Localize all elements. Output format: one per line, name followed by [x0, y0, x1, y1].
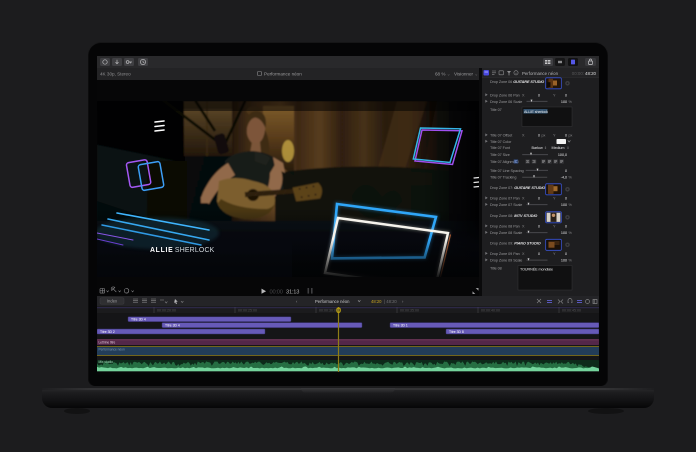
svg-text:Drop Zone 08 Scale: Drop Zone 08 Scale: [490, 231, 522, 235]
svg-text:0: 0: [565, 134, 567, 138]
svg-text:Performance néon: Performance néon: [99, 347, 125, 351]
svg-text:Drop Zone 06 Pan: Drop Zone 06 Pan: [490, 93, 520, 97]
svg-text:48:20: 48:20: [585, 71, 597, 76]
svg-text:0: 0: [565, 93, 567, 97]
svg-text:Drop Zone 08 Pan: Drop Zone 08 Pan: [490, 225, 520, 229]
svg-text:px: px: [542, 134, 546, 138]
svg-text:Titre 3D 8: Titre 3D 8: [449, 330, 464, 334]
svg-text:Titre 3D 2: Titre 3D 2: [100, 330, 115, 334]
svg-text:Medium: Medium: [552, 146, 565, 150]
svg-text:0: 0: [538, 225, 540, 229]
svg-text:48:20: 48:20: [371, 299, 382, 304]
svg-text:Drop Zone 08: INTV STUDIO: Drop Zone 08: INTV STUDIO: [490, 214, 537, 218]
svg-text:px: px: [569, 134, 573, 138]
svg-text:00:00:40:00: 00:00:40:00: [481, 309, 500, 313]
svg-text:Title 07 Line Spacing: Title 07 Line Spacing: [490, 169, 524, 173]
svg-text:Drop Zone 06 Scale: Drop Zone 06 Scale: [490, 100, 522, 104]
svg-text:⇕: ⇕: [567, 146, 570, 150]
svg-text:00:00:25:00: 00:00:25:00: [238, 309, 257, 313]
svg-text:100,0: 100,0: [558, 153, 567, 157]
svg-text:| 48:20: | 48:20: [384, 299, 397, 304]
svg-text:Title 07: Title 07: [490, 108, 502, 112]
svg-text:68 % ⌄: 68 % ⌄: [435, 72, 451, 77]
svg-text:00:00:35:00: 00:00:35:00: [400, 309, 419, 313]
svg-text:0: 0: [565, 169, 567, 173]
svg-text:Mix studio: Mix studio: [99, 360, 114, 364]
svg-text:Barlow: Barlow: [532, 146, 543, 150]
svg-text:Drop Zone 09 Scale: Drop Zone 09 Scale: [490, 259, 522, 263]
svg-text:100: 100: [561, 203, 567, 207]
svg-text:0: 0: [538, 134, 540, 138]
svg-text:0: 0: [565, 252, 567, 256]
svg-text:ALLIESHERLOCK: ALLIESHERLOCK: [150, 247, 215, 254]
svg-text:Titre 3D 1: Titre 3D 1: [393, 324, 408, 328]
svg-text:00:00:: 00:00:: [572, 71, 584, 76]
svg-text:Drop Zone 06 GUITARE STUDIO: Drop Zone 06 GUITARE STUDIO: [490, 80, 544, 84]
svg-text:Drop Zone 07 Pan: Drop Zone 07 Pan: [490, 197, 520, 201]
svg-text:Performance néon: Performance néon: [522, 71, 559, 76]
svg-text:0: 0: [565, 197, 567, 201]
svg-text:0: 0: [565, 225, 567, 229]
svg-text:100: 100: [561, 231, 567, 235]
svg-text:Title 07 Color: Title 07 Color: [490, 140, 512, 144]
svg-text:00:00:20:00: 00:00:20:00: [157, 309, 176, 313]
svg-text:-4,0: -4,0: [561, 176, 567, 180]
svg-text:Title 07 Tracking: Title 07 Tracking: [490, 176, 516, 180]
svg-text:Title 07 Size: Title 07 Size: [490, 153, 510, 157]
svg-text:Drop Zone 09: PIANO STUDIO: Drop Zone 09: PIANO STUDIO: [490, 242, 541, 246]
svg-text:Drop Zone 09 Pan: Drop Zone 09 Pan: [490, 252, 520, 256]
svg-text:Titre 3D 4: Titre 3D 4: [131, 318, 146, 322]
svg-text:Performance néon: Performance néon: [264, 72, 302, 77]
svg-text:31:13: 31:13: [286, 289, 299, 295]
svg-text:Title 08: Title 08: [490, 267, 502, 271]
svg-text:Performance néon: Performance néon: [315, 299, 350, 304]
svg-text:0: 0: [538, 252, 540, 256]
svg-text:Drop Zone 07: GUITARE STUDIO: Drop Zone 07: GUITARE STUDIO: [490, 186, 545, 190]
svg-text:0: 0: [538, 93, 540, 97]
svg-text:Title 07 Offset: Title 07 Offset: [490, 134, 513, 138]
svg-text:4K 30p, Stereo: 4K 30p, Stereo: [100, 72, 131, 77]
svg-text:Lettrine titre: Lettrine titre: [99, 341, 116, 345]
svg-text:Index: Index: [107, 299, 118, 304]
svg-text:Title 07 Font: Title 07 Font: [490, 146, 511, 150]
svg-text:⇕: ⇕: [544, 146, 547, 150]
svg-text:100: 100: [561, 259, 567, 263]
svg-text:0: 0: [538, 197, 540, 201]
svg-text:TOURNÉE mondiale: TOURNÉE mondiale: [520, 267, 553, 272]
svg-text:00:00:45:00: 00:00:45:00: [562, 309, 581, 313]
svg-text:ALLIE sherlock: ALLIE sherlock: [524, 110, 548, 114]
svg-text:00:00: 00:00: [270, 289, 283, 295]
svg-text:100: 100: [561, 100, 567, 104]
svg-text:Visionner ⌄: Visionner ⌄: [454, 72, 478, 77]
svg-text:Drop Zone 07 Scale: Drop Zone 07 Scale: [490, 203, 522, 207]
svg-text:00:00:30:00: 00:00:30:00: [319, 309, 338, 313]
svg-text:Titre 3D 4: Titre 3D 4: [165, 324, 180, 328]
